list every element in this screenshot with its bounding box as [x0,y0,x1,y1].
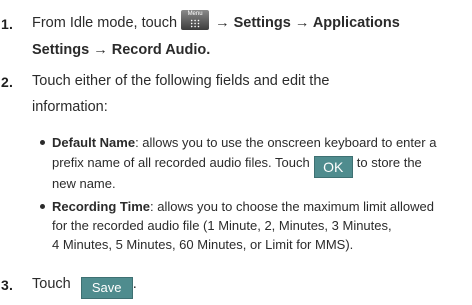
instructions-page: 1. From Idle mode, touch Menu → Settings →… [0,0,472,305]
step-number: 3. [1,277,14,293]
bullet-icon [40,140,45,145]
step-text: Touch [32,276,71,292]
menu-key-icon: Menu [181,10,210,30]
bullet-line-2: for the recorded audio file (1 Minute, 2… [52,218,392,233]
step-2-line-2: information: [32,99,108,115]
step-suffix: . [132,276,137,292]
save-button[interactable]: Save [80,277,133,299]
bullet-icon [40,204,45,209]
bullet-line-1: Recording Time: allows you to choose the… [52,198,434,215]
step-3-line-1: Touch Save. [32,271,137,299]
bullet-line-3: 4 Minutes, 5 Minutes, 60 Minutes, or Lim… [52,237,354,252]
step-number: 1. [1,16,14,32]
step-1-line-1: From Idle mode, touch Menu → Settings → Ap… [32,10,400,36]
field-description: prefix name of all recorded audio files.… [52,155,310,170]
field-term: Default Name [52,135,136,150]
bullet-line-1: Default Name: allows you to use the onsc… [52,134,436,151]
field-description: to store the [356,155,422,170]
menu-path: → Settings → Applications [215,15,400,31]
field-term: Recording Time [52,199,151,214]
bullet-line-3: new name. [52,176,116,191]
ok-button[interactable]: OK [313,156,353,178]
step-text: From Idle mode, touch [32,15,178,31]
step-number: 2. [1,74,14,90]
field-description: : allows you to choose the maximum limit… [150,199,434,214]
field-description: : allows you to use the onscreen keyboar… [135,135,437,150]
menu-path-continued: Settings → Record Audio. [32,42,211,58]
step-2-line-1: Touch either of the following fields and… [32,73,330,89]
